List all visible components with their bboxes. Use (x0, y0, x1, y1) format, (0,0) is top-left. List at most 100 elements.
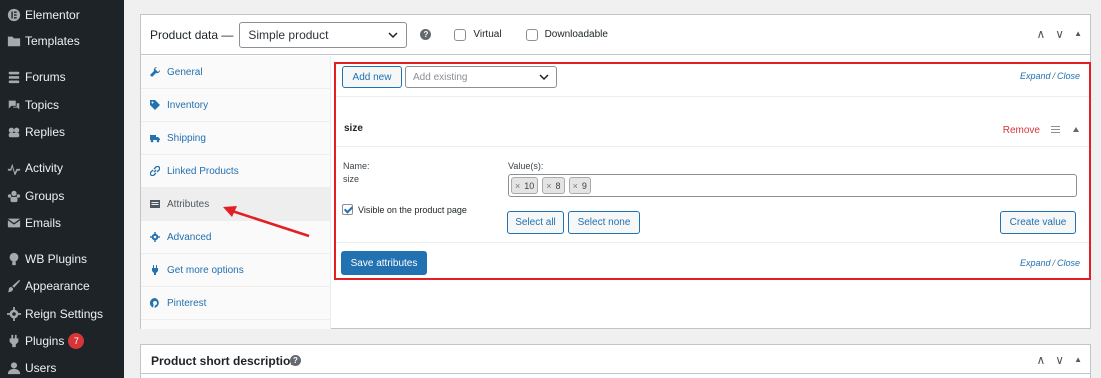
elementor-icon (4, 8, 24, 22)
gear-icon (150, 232, 160, 242)
sidebar-item-appearance[interactable]: Appearance (0, 274, 124, 298)
link-separator: / (1052, 71, 1055, 81)
sidebar-item-label: Reign Settings (25, 307, 104, 321)
sidebar-item-label: Groups (25, 189, 65, 203)
remove-chip-icon[interactable]: × (515, 181, 520, 191)
downloadable-checkbox[interactable]: Downloadable (525, 28, 608, 41)
collapse-attribute-icon[interactable] (1073, 127, 1079, 132)
product-type-value: Simple product (248, 27, 329, 42)
sidebar-item-label: WB Plugins (25, 252, 88, 266)
tab-shipping[interactable]: Shipping (141, 122, 330, 155)
tab-label: Get more options (167, 264, 244, 276)
paintbrush-icon (4, 279, 24, 293)
select-all-button[interactable]: Select all (507, 211, 564, 234)
value-chip[interactable]: × 8 (542, 177, 565, 194)
tab-get-more-options[interactable]: Get more options (141, 254, 330, 287)
tab-label: Advanced (167, 231, 212, 243)
virtual-checkbox-box[interactable] (454, 28, 467, 41)
remove-chip-icon[interactable]: × (573, 181, 578, 191)
forums-icon (4, 70, 24, 84)
replies-icon (4, 125, 24, 139)
expand-close-links: Expand / Close (1020, 258, 1080, 268)
help-icon[interactable]: ? (290, 355, 301, 366)
tab-general[interactable]: General (141, 56, 330, 89)
sidebar-item-wb-plugins[interactable]: WB Plugins (0, 247, 124, 271)
visible-on-product-page-checkbox[interactable]: Visible on the product page (342, 204, 467, 215)
sidebar-item-replies[interactable]: Replies (0, 120, 124, 144)
link-icon (150, 166, 160, 176)
sidebar-item-elementor[interactable]: Elementor (0, 3, 124, 27)
product-data-box: Product data — Simple product ? Virtual … (140, 14, 1091, 329)
sidebar-item-emails[interactable]: Emails (0, 211, 124, 235)
help-icon[interactable]: ? (420, 29, 432, 40)
create-value-button[interactable]: Create value (1000, 211, 1076, 234)
sidebar-item-activity[interactable]: Activity (0, 156, 124, 180)
value-chip[interactable]: × 9 (568, 177, 591, 194)
drag-handle-icon[interactable] (1051, 126, 1060, 135)
annotation-arrow (223, 206, 310, 238)
chevron-down-icon (387, 29, 399, 44)
sidebar-item-forums[interactable]: Forums (0, 65, 124, 89)
users-icon (4, 361, 24, 375)
sidebar-item-label: Activity (25, 161, 64, 175)
close-link[interactable]: Close (1057, 71, 1080, 81)
product-type-select[interactable]: Simple product (239, 21, 408, 48)
activity-icon (4, 161, 24, 175)
sidebar-item-label: Users (25, 361, 57, 375)
product-data-title: Product data — (150, 27, 234, 42)
downloadable-label: Downloadable (544, 29, 608, 40)
move-down-icon[interactable]: ∨ (1055, 28, 1064, 40)
tab-label: Inventory (167, 99, 209, 111)
move-up-icon[interactable]: ∧ (1036, 354, 1045, 366)
move-up-icon[interactable]: ∧ (1036, 28, 1045, 40)
value-chip[interactable]: × 10 (511, 177, 539, 194)
tab-pinterest[interactable]: Pinterest (141, 287, 330, 320)
sidebar-item-users[interactable]: Users (0, 356, 124, 378)
virtual-label: Virtual (473, 29, 502, 40)
toggle-panel-icon[interactable]: ▲ (1074, 28, 1082, 40)
select-none-button[interactable]: Select none (568, 211, 640, 234)
divider (336, 242, 1089, 243)
attribute-values-label: Value(s): (508, 161, 544, 171)
link-separator: / (1052, 258, 1055, 268)
toggle-panel-icon[interactable]: ▲ (1074, 354, 1082, 366)
truck-icon (150, 133, 160, 143)
move-down-icon[interactable]: ∨ (1055, 354, 1064, 366)
virtual-checkbox[interactable]: Virtual (454, 28, 502, 41)
sidebar-item-reign-settings[interactable]: Reign Settings (0, 302, 124, 326)
visible-label: Visible on the product page (358, 204, 467, 215)
sidebar-item-groups[interactable]: Groups (0, 184, 124, 208)
save-attributes-button[interactable]: Save attributes (341, 251, 427, 275)
attribute-heading[interactable]: size (344, 123, 363, 134)
highlight-outline (334, 62, 1091, 280)
short-description-title: Product short description (151, 354, 298, 368)
attribute-name-value: size (343, 174, 360, 184)
sidebar-item-label: Topics (25, 98, 60, 112)
box-order-controls: ∧ ∨ ▲ (1036, 354, 1082, 366)
tab-linked-products[interactable]: Linked Products (141, 155, 330, 188)
sidebar-item-label: Forums (25, 70, 66, 84)
list-icon (150, 199, 160, 209)
downloadable-checkbox-box[interactable] (525, 28, 538, 41)
add-new-attribute-button[interactable]: Add new (342, 66, 402, 88)
sidebar-item-templates[interactable]: Templates (0, 29, 124, 53)
tab-label: Linked Products (167, 165, 239, 177)
sidebar-item-label: Appearance (25, 279, 90, 293)
expand-link[interactable]: Expand (1020, 71, 1051, 81)
remove-chip-icon[interactable]: × (546, 181, 551, 191)
sidebar-item-topics[interactable]: Topics (0, 93, 124, 117)
remove-attribute-link[interactable]: Remove (1003, 125, 1040, 136)
expand-link[interactable]: Expand (1020, 258, 1051, 268)
sidebar-item-label: Templates (25, 34, 80, 48)
visible-checkbox-box[interactable] (342, 204, 353, 215)
admin-sidebar: Elementor Templates Forums Topics Replie… (0, 0, 124, 378)
add-existing-select[interactable]: Add existing (405, 66, 557, 88)
divider (141, 373, 1090, 374)
close-link[interactable]: Close (1057, 258, 1080, 268)
tab-inventory[interactable]: Inventory (141, 89, 330, 122)
wrench-icon (150, 67, 160, 77)
sidebar-item-plugins[interactable]: Plugins 7 (0, 329, 124, 353)
product-data-header: Product data — Simple product ? Virtual … (141, 15, 1090, 55)
attribute-name-label: Name: (343, 161, 370, 171)
attribute-values-input[interactable]: × 10 × 8 × 9 (508, 174, 1077, 197)
